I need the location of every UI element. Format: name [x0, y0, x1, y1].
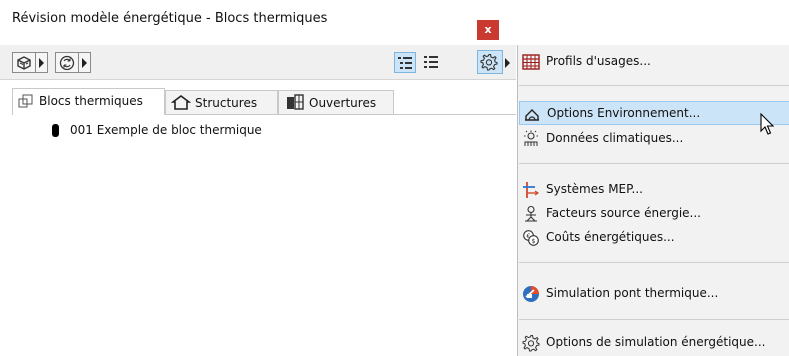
- thermal-block-tree: 001 Exemple de bloc thermique: [12, 114, 516, 356]
- refresh-icon: [59, 55, 75, 71]
- menu-item-label: Systèmes MEP...: [546, 182, 643, 196]
- list-view-button[interactable]: [420, 52, 442, 73]
- menu-item-options-environnement[interactable]: Options Environnement...: [519, 101, 789, 125]
- tab-label: Ouvertures: [309, 96, 377, 110]
- menu-item-couts-energetiques[interactable]: € $ Coûts énergétiques...: [519, 226, 789, 250]
- dropdown-arrow-icon: [39, 58, 44, 68]
- menu-item-label: Options Environnement...: [547, 106, 701, 120]
- menu-item-label: Facteurs source énergie...: [546, 206, 701, 220]
- sun-cloud-icon: [524, 130, 538, 146]
- window-icon: [287, 94, 304, 110]
- dropdown-arrow-icon: [82, 58, 87, 68]
- refresh-button[interactable]: [55, 52, 79, 73]
- menu-separator: [519, 85, 789, 86]
- coins-icon: € $: [523, 230, 539, 246]
- dropdown-arrow-icon: [505, 58, 510, 68]
- menu-item-options-simulation-energetique[interactable]: Options de simulation énergétique...: [519, 331, 789, 355]
- menu-separator: [519, 262, 789, 263]
- tree-view-button[interactable]: [394, 52, 416, 73]
- menu-item-label: Options de simulation énergétique...: [546, 335, 766, 349]
- tree-view-icon: [398, 57, 412, 69]
- 3d-model-dropdown[interactable]: [36, 52, 48, 73]
- svg-text:$: $: [531, 237, 535, 245]
- options-button[interactable]: [477, 50, 510, 74]
- gear-icon: [522, 335, 540, 352]
- menu-item-label: Coûts énergétiques...: [546, 230, 675, 244]
- toolbar: [0, 45, 516, 80]
- menu-item-simulation-pont-thermique[interactable]: Simulation pont thermique...: [519, 282, 789, 306]
- tab-label: Structures: [195, 96, 258, 110]
- close-label: x: [484, 23, 492, 36]
- menu-item-systemes-mep[interactable]: Systèmes MEP...: [519, 178, 789, 202]
- title-bar: Révision modèle énergétique - Blocs ther…: [0, 0, 516, 45]
- window-title: Révision modèle énergétique - Blocs ther…: [12, 11, 328, 26]
- close-button[interactable]: x: [477, 20, 499, 40]
- 3d-model-button[interactable]: [12, 52, 36, 73]
- tab-structures[interactable]: Structures: [165, 90, 278, 114]
- options-menu: Profils d'usages... Options Environnemen…: [517, 45, 789, 356]
- menu-item-facteurs-source-energie[interactable]: Facteurs source énergie...: [519, 202, 789, 226]
- energy-model-review-window: Révision modèle énergétique - Blocs ther…: [0, 0, 516, 356]
- tree-item-label: 001 Exemple de bloc thermique: [70, 123, 262, 137]
- house-icon: [171, 95, 191, 110]
- tab-blocs-thermiques[interactable]: Blocs thermiques: [12, 88, 165, 115]
- grid-table-icon: [522, 54, 540, 70]
- thermal-blocks-icon: [18, 94, 33, 108]
- menu-item-donnees-climatiques[interactable]: Données climatiques...: [519, 127, 789, 151]
- menu-separator: [519, 163, 789, 164]
- environment-icon: [525, 109, 539, 121]
- refresh-dropdown[interactable]: [79, 52, 91, 73]
- menu-separator: [519, 319, 789, 320]
- energy-source-icon: [525, 205, 537, 222]
- menu-item-label: Profils d'usages...: [546, 54, 651, 68]
- gear-icon: [480, 53, 498, 71]
- mep-icon: [523, 182, 540, 198]
- menu-item-profils-usages[interactable]: Profils d'usages...: [519, 50, 789, 74]
- list-view-icon: [424, 56, 438, 68]
- mouse-cursor-icon: [760, 113, 775, 135]
- menu-item-label: Simulation pont thermique...: [546, 286, 719, 300]
- tab-label: Blocs thermiques: [39, 94, 143, 108]
- 3d-model-icon: [17, 56, 31, 70]
- tab-ouvertures[interactable]: Ouvertures: [278, 90, 394, 114]
- thermal-bridge-icon: [523, 286, 539, 302]
- menu-item-label: Données climatiques...: [546, 131, 684, 145]
- thermal-block-icon: [52, 124, 59, 137]
